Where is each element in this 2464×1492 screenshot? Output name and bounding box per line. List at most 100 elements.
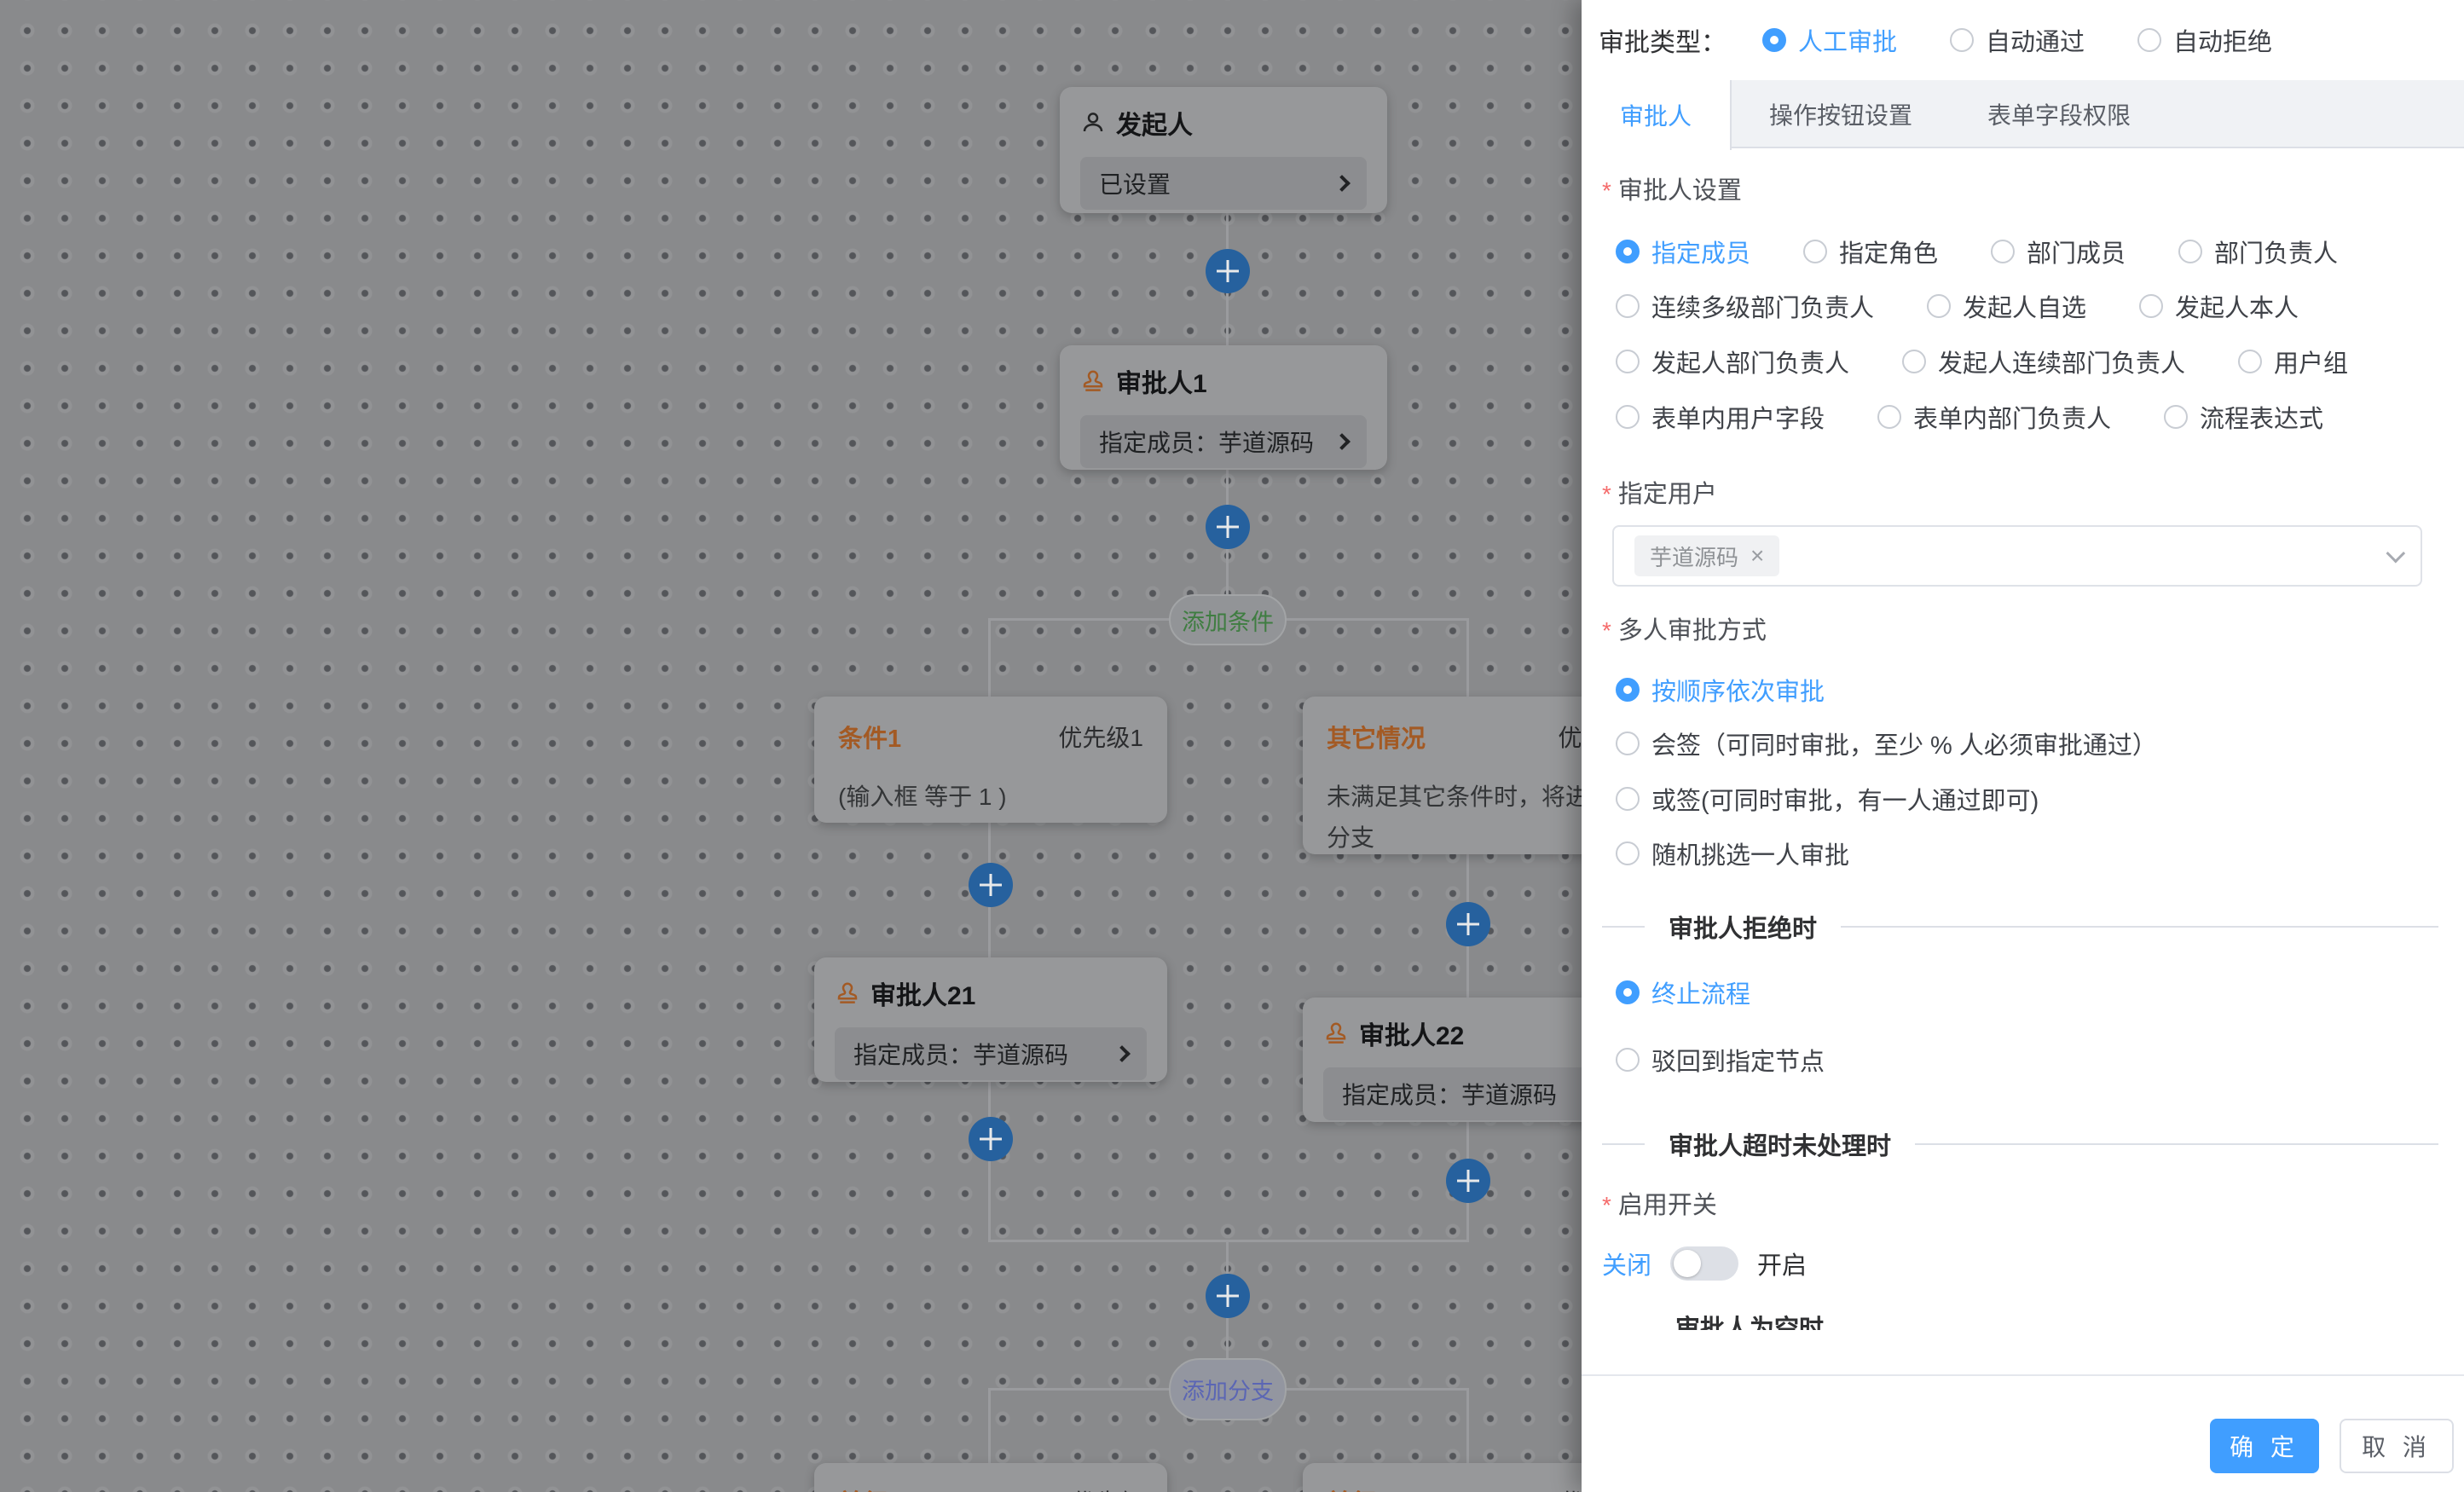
radio-icon [2164,405,2188,429]
approver-setting-row2: 连续多级部门负责人 发起人自选 发起人本人 [1616,285,2299,327]
radio-dept-member[interactable]: 部门成员 [1991,234,2126,269]
node-approver1-summary[interactable]: 指定成员：芋道源码 [1080,415,1367,468]
radio-dept-leader[interactable]: 部门负责人 [2178,234,2338,269]
reject-section-divider: 审批人拒绝时 [1602,905,2438,948]
timeout-toggle[interactable] [1670,1246,1738,1281]
radio-assigned-member[interactable]: 指定成员 [1616,234,1750,269]
node-condition1-summary: (输入框 等于 1 ) [838,777,1143,818]
node-approver21-summary[interactable]: 指定成员：芋道源码 [835,1027,1147,1080]
radio-multi-level-dept-leader[interactable]: 连续多级部门负责人 [1616,288,1874,324]
radio-initiator-select[interactable]: 发起人自选 [1927,288,2086,324]
toggle-knob [1674,1250,1701,1277]
node-parallel1-priority: 无优先级 [1048,1484,1143,1492]
radio-return-to-node[interactable]: 驳回到指定节点 [1616,1038,1825,1081]
radio-icon [1616,240,1640,263]
radio-icon [2178,240,2202,263]
radio-assigned-role[interactable]: 指定角色 [1803,234,1938,269]
enable-switch-label: *启用开关 [1602,1185,1717,1221]
config-tabs: 审批人 操作按钮设置 表单字段权限 [1582,80,2464,148]
radio-countersign[interactable]: 会签（可同时审批，至少 % 人必须审批通过） [1616,722,2157,765]
stamp-icon [1323,1021,1349,1046]
tab-approver[interactable]: 审批人 [1582,80,1732,150]
node-start-summary[interactable]: 已设置 [1080,157,1367,210]
timeout-switch-row: 关闭 开启 [1602,1240,1807,1287]
node-start[interactable]: 发起人 已设置 [1060,87,1387,213]
connector [1466,1388,1469,1463]
add-node-button[interactable] [1446,1159,1490,1203]
multi-approve-label: *多人审批方式 [1602,610,1767,646]
radio-initiator-dept-leader[interactable]: 发起人部门负责人 [1616,344,1849,379]
radio-form-user-field[interactable]: 表单内用户字段 [1616,399,1825,435]
radio-process-expression[interactable]: 流程表达式 [2164,399,2323,435]
timeout-section-title: 审批人超时未处理时 [1669,1126,1891,1162]
stamp-icon [835,980,860,1006]
add-node-button[interactable] [1206,505,1250,549]
chevron-down-icon [2386,544,2406,564]
radio-icon [1762,28,1786,52]
node-parallel1-title: 并行1 [838,1483,901,1492]
node-approver21[interactable]: 审批人21 指定成员：芋道源码 [814,957,1167,1082]
radio-orsign[interactable]: 或签(可同时审批，有一人通过即可) [1616,778,2039,820]
node-approver21-title: 审批人21 [870,974,975,1012]
approval-flow-designer: 发起人 已设置 审批人1 指定成员：芋道源码 添加条件 [0,0,2464,1492]
radio-icon [1616,678,1640,702]
radio-icon [1950,28,1974,52]
add-node-button[interactable] [969,863,1013,907]
radio-auto-reject[interactable]: 自动拒绝 [2137,22,2272,58]
assign-user-select[interactable]: 芋道源码 × [1612,525,2422,587]
radio-icon [1616,294,1640,318]
radio-icon [1991,240,2015,263]
radio-initiator-self[interactable]: 发起人本人 [2139,288,2299,324]
chevron-right-icon [1333,433,1351,450]
add-node-button[interactable] [1446,902,1490,946]
approval-type-label: 审批类型： [1599,21,1727,59]
tab-form-field-perms[interactable]: 表单字段权限 [1950,80,2168,148]
radio-auto-pass[interactable]: 自动通过 [1950,22,2085,58]
chevron-right-icon [1113,1045,1131,1062]
radio-icon [1616,405,1640,429]
add-branch-button[interactable]: 添加分支 [1169,1358,1287,1420]
radio-terminate-process[interactable]: 终止流程 [1616,971,1750,1014]
node-approver1[interactable]: 审批人1 指定成员：芋道源码 [1060,345,1387,470]
radio-icon [2238,350,2262,373]
node-approver22-title: 审批人22 [1359,1015,1464,1052]
reject-section-title: 审批人拒绝时 [1669,909,1817,945]
approver-setting-label: *审批人设置 [1602,171,1742,206]
radio-icon [1902,350,1926,373]
radio-user-group[interactable]: 用户组 [2238,344,2348,379]
add-node-button[interactable] [969,1117,1013,1161]
node-parallel2-title: 并行2 [1327,1483,1390,1492]
node-parallel1[interactable]: 并行1 无优先级 [814,1463,1167,1492]
assign-user-label: *指定用户 [1602,474,1717,510]
user-tag: 芋道源码 × [1634,535,1779,576]
radio-icon [1616,1048,1640,1072]
add-node-button[interactable] [1206,1274,1250,1318]
add-condition-button[interactable]: 添加条件 [1169,594,1287,645]
drawer-footer: 确 定 取 消 [1582,1374,2464,1492]
add-node-button[interactable] [1206,249,1250,293]
radio-icon [1616,732,1640,755]
tab-button-settings[interactable]: 操作按钮设置 [1732,80,1950,148]
radio-initiator-multi-dept-leader[interactable]: 发起人连续部门负责人 [1902,344,2185,379]
confirm-button[interactable]: 确 定 [2210,1419,2319,1473]
radio-icon [1616,350,1640,373]
radio-random-one[interactable]: 随机挑选一人审批 [1616,832,1849,875]
node-config-drawer: 审批类型： 人工审批 自动通过 自动拒绝 审批人 操作按钮设置 表单字段权限 *… [1582,0,2464,1492]
approver-setting-row1: 指定成员 指定角色 部门成员 部门负责人 [1616,230,2338,273]
empty-approver-section-partial: 审批人为空时 [1602,1310,2438,1330]
radio-sequential-approve[interactable]: 按顺序依次审批 [1616,668,1825,711]
timeout-section-divider: 审批人超时未处理时 [1602,1123,2438,1165]
radio-icon [1616,787,1640,811]
tag-close-icon[interactable]: × [1750,542,1764,570]
connector [988,1240,1469,1242]
radio-form-dept-leader[interactable]: 表单内部门负责人 [1877,399,2111,435]
radio-icon [1803,240,1827,263]
cancel-button[interactable]: 取 消 [2340,1419,2454,1473]
stamp-icon [1080,368,1106,394]
radio-manual-approve[interactable]: 人工审批 [1762,22,1897,58]
radio-icon [1616,980,1640,1004]
node-condition1[interactable]: 条件1 优先级1 (输入框 等于 1 ) [814,697,1167,823]
radio-icon [2139,294,2163,318]
switch-on-label: 开启 [1757,1246,1807,1281]
node-condition1-title: 条件1 [838,719,901,755]
